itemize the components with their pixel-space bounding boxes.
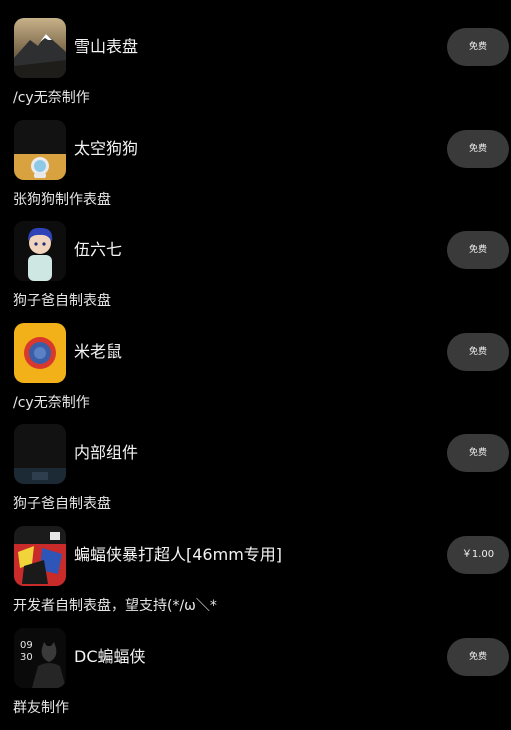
list-item-space-dog[interactable]: 太空狗狗 免费 张狗狗制作表盘: [0, 120, 511, 222]
thumb-minute: 30: [20, 652, 33, 663]
price-button[interactable]: 免费: [447, 638, 509, 676]
watchface-list: 雪山表盘 免费 /cy无奈制作 太空狗狗 免费 张狗狗制作表盘 伍六七 免费 狗…: [0, 0, 511, 720]
space-dog-thumbnail-icon[interactable]: [14, 120, 66, 180]
item-author: 狗子爸自制表盘: [13, 496, 111, 512]
price-button[interactable]: 免费: [447, 231, 509, 269]
item-title: 米老鼠: [74, 342, 123, 361]
list-item-dc-batman[interactable]: 09 30 DC蝙蝠侠 免费 群友制作: [0, 628, 511, 730]
list-item-batman-vs-superman[interactable]: 蝙蝠侠暴打超人[46mm专用] ￥1.00 开发者自制表盘，望支持(*/ω＼*: [0, 526, 511, 628]
list-item-anime-boy[interactable]: 伍六七 免费 狗子爸自制表盘: [0, 221, 511, 323]
item-author: /cy无奈制作: [13, 395, 90, 411]
internal-widget-thumbnail-icon[interactable]: [14, 424, 66, 484]
item-author: 张狗狗制作表盘: [13, 192, 111, 208]
item-title: DC蝙蝠侠: [74, 647, 146, 666]
snow-mountain-thumbnail-icon[interactable]: [14, 18, 66, 78]
batman-comic-thumbnail-icon[interactable]: [14, 526, 66, 586]
thumb-hour: 09: [20, 640, 33, 651]
item-title: 蝙蝠侠暴打超人[46mm专用]: [74, 545, 283, 564]
item-author: 狗子爸自制表盘: [13, 293, 111, 309]
price-button[interactable]: 免费: [447, 434, 509, 472]
item-title: 太空狗狗: [74, 139, 139, 158]
price-button[interactable]: 免费: [447, 130, 509, 168]
item-title: 雪山表盘: [74, 37, 139, 56]
item-author: 开发者自制表盘，望支持(*/ω＼*: [13, 598, 217, 614]
price-button[interactable]: 免费: [447, 28, 509, 66]
list-item-snow-mountain[interactable]: 雪山表盘 免费 /cy无奈制作: [0, 18, 511, 120]
dc-batman-thumbnail-icon[interactable]: 09 30: [14, 628, 66, 688]
item-author: 群友制作: [13, 700, 69, 716]
anime-boy-thumbnail-icon[interactable]: [14, 221, 66, 281]
list-item-internal-widget[interactable]: 内部组件 免费 狗子爸自制表盘: [0, 424, 511, 526]
item-title: 伍六七: [74, 240, 123, 259]
item-title: 内部组件: [74, 443, 139, 462]
list-item-mickey[interactable]: 米老鼠 免费 /cy无奈制作: [0, 323, 511, 425]
mickey-mouse-thumbnail-icon[interactable]: [14, 323, 66, 383]
price-button[interactable]: ￥1.00: [447, 536, 509, 574]
price-button[interactable]: 免费: [447, 333, 509, 371]
item-author: /cy无奈制作: [13, 90, 90, 106]
